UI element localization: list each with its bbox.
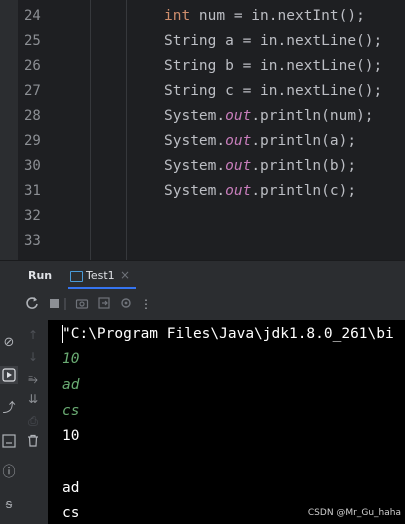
console-output[interactable]: "C:\Program Files\Java\jdk1.8.0_261\bi 1… bbox=[48, 320, 405, 524]
line-number: 28 bbox=[24, 108, 41, 124]
code-line[interactable]: 30 System.out.println(b); bbox=[0, 154, 405, 179]
code-line[interactable]: 26 String b = in.nextLine(); bbox=[0, 54, 405, 79]
line-number: 33 bbox=[24, 233, 41, 249]
code-line[interactable]: 25 String a = in.nextLine(); bbox=[0, 29, 405, 54]
line-number: 26 bbox=[24, 58, 41, 74]
line-number: 25 bbox=[24, 33, 41, 49]
code-line[interactable]: 31 System.out.println(c); bbox=[0, 179, 405, 204]
console-command-line: "C:\Program Files\Java\jdk1.8.0_261\bi bbox=[62, 326, 394, 342]
line-number: 29 bbox=[24, 133, 41, 149]
line-number: 27 bbox=[24, 83, 41, 99]
keyword: int bbox=[164, 8, 191, 24]
active-tab-indicator bbox=[68, 287, 136, 289]
stop-icon[interactable] bbox=[46, 296, 62, 312]
field-name: out bbox=[225, 108, 252, 124]
field-name: out bbox=[225, 158, 252, 174]
code-text: String b = in.nextLine(); bbox=[164, 58, 383, 74]
code-text: System.out.println(b); bbox=[164, 154, 356, 179]
console-input-line: ad bbox=[62, 377, 80, 393]
line-number: 24 bbox=[24, 8, 41, 24]
code-line[interactable]: 32 bbox=[0, 204, 405, 229]
soft-wrap-icon[interactable]: ⥱ bbox=[24, 370, 42, 388]
line-number: 30 bbox=[24, 158, 41, 174]
field-name: out bbox=[225, 133, 252, 149]
code-text: System.out.println(num); bbox=[164, 104, 374, 129]
git-icon[interactable]: ᵴ bbox=[0, 496, 18, 514]
camera-icon[interactable] bbox=[74, 296, 90, 312]
terminal-icon[interactable] bbox=[0, 432, 18, 450]
code-line[interactable]: 33 bbox=[0, 229, 405, 254]
scroll-to-end-icon[interactable]: ⇊ bbox=[24, 390, 42, 408]
trash-icon[interactable] bbox=[24, 432, 42, 450]
run-tool-window-header: Run Test1 × bbox=[0, 260, 405, 291]
exit-icon[interactable] bbox=[96, 296, 112, 312]
code-editor[interactable]: 24 int num = in.nextInt(); 25 String a =… bbox=[0, 0, 405, 260]
console-output-line: 10 bbox=[62, 428, 80, 444]
code-fragment: .println(b); bbox=[251, 158, 357, 174]
code-line[interactable]: 24 int num = in.nextInt(); bbox=[0, 4, 405, 29]
code-fragment: System. bbox=[164, 108, 226, 124]
problems-icon[interactable]: ⓘ bbox=[0, 464, 18, 482]
code-fragment: .println(num); bbox=[251, 108, 374, 124]
code-fragment: .println(a); bbox=[251, 133, 357, 149]
console-output-line: ad bbox=[62, 480, 80, 496]
print-icon[interactable]: ⎙ bbox=[24, 412, 42, 430]
code-line[interactable]: 27 String c = in.nextLine(); bbox=[0, 79, 405, 104]
application-icon bbox=[70, 271, 83, 282]
code-text: System.out.println(a); bbox=[164, 129, 356, 154]
code-text: int num = in.nextInt(); bbox=[164, 4, 365, 29]
commit-icon[interactable]: ⊘ bbox=[0, 334, 18, 352]
settings-icon[interactable] bbox=[118, 296, 134, 312]
console-tool-column: ↑ ↓ ⥱ ⇊ ⎙ bbox=[18, 320, 48, 524]
down-arrow-icon[interactable]: ↓ bbox=[24, 348, 42, 366]
code-fragment: System. bbox=[164, 183, 226, 199]
code-text: String c = in.nextLine(); bbox=[164, 83, 383, 99]
more-icon[interactable]: ⋮ bbox=[138, 296, 154, 312]
code-line[interactable]: 29 System.out.println(a); bbox=[0, 129, 405, 154]
line-number: 32 bbox=[24, 208, 41, 224]
up-arrow-icon[interactable]: ↑ bbox=[24, 326, 42, 344]
console-input-line: cs bbox=[62, 403, 80, 419]
toolbar-separator bbox=[64, 298, 66, 310]
code-text: System.out.println(c); bbox=[164, 179, 356, 204]
code-text: String a = in.nextLine(); bbox=[164, 33, 383, 49]
run-icon[interactable] bbox=[0, 366, 18, 384]
code-fragment: num = in.nextInt(); bbox=[190, 8, 365, 24]
code-fragment: System. bbox=[164, 158, 226, 174]
line-number: 31 bbox=[24, 183, 41, 199]
code-line[interactable]: 28 System.out.println(num); bbox=[0, 104, 405, 129]
console-input-line: 10 bbox=[62, 351, 80, 367]
close-icon[interactable]: × bbox=[120, 268, 130, 282]
field-name: out bbox=[225, 183, 252, 199]
vcs-icon[interactable]: ⤴ bbox=[0, 400, 18, 418]
run-toolbar: ⋮ bbox=[0, 290, 405, 321]
watermark: CSDN @Mr_Gu_haha bbox=[307, 508, 401, 518]
left-tool-strip: ⊘ ⤴ ⓘ ᵴ bbox=[0, 320, 19, 524]
code-fragment: .println(c); bbox=[251, 183, 357, 199]
code-fragment: System. bbox=[164, 133, 226, 149]
rerun-icon[interactable] bbox=[24, 296, 40, 312]
console-output-line: cs bbox=[62, 505, 80, 521]
tab-label: Test1 bbox=[86, 269, 115, 282]
run-window-title: Run bbox=[28, 269, 53, 282]
